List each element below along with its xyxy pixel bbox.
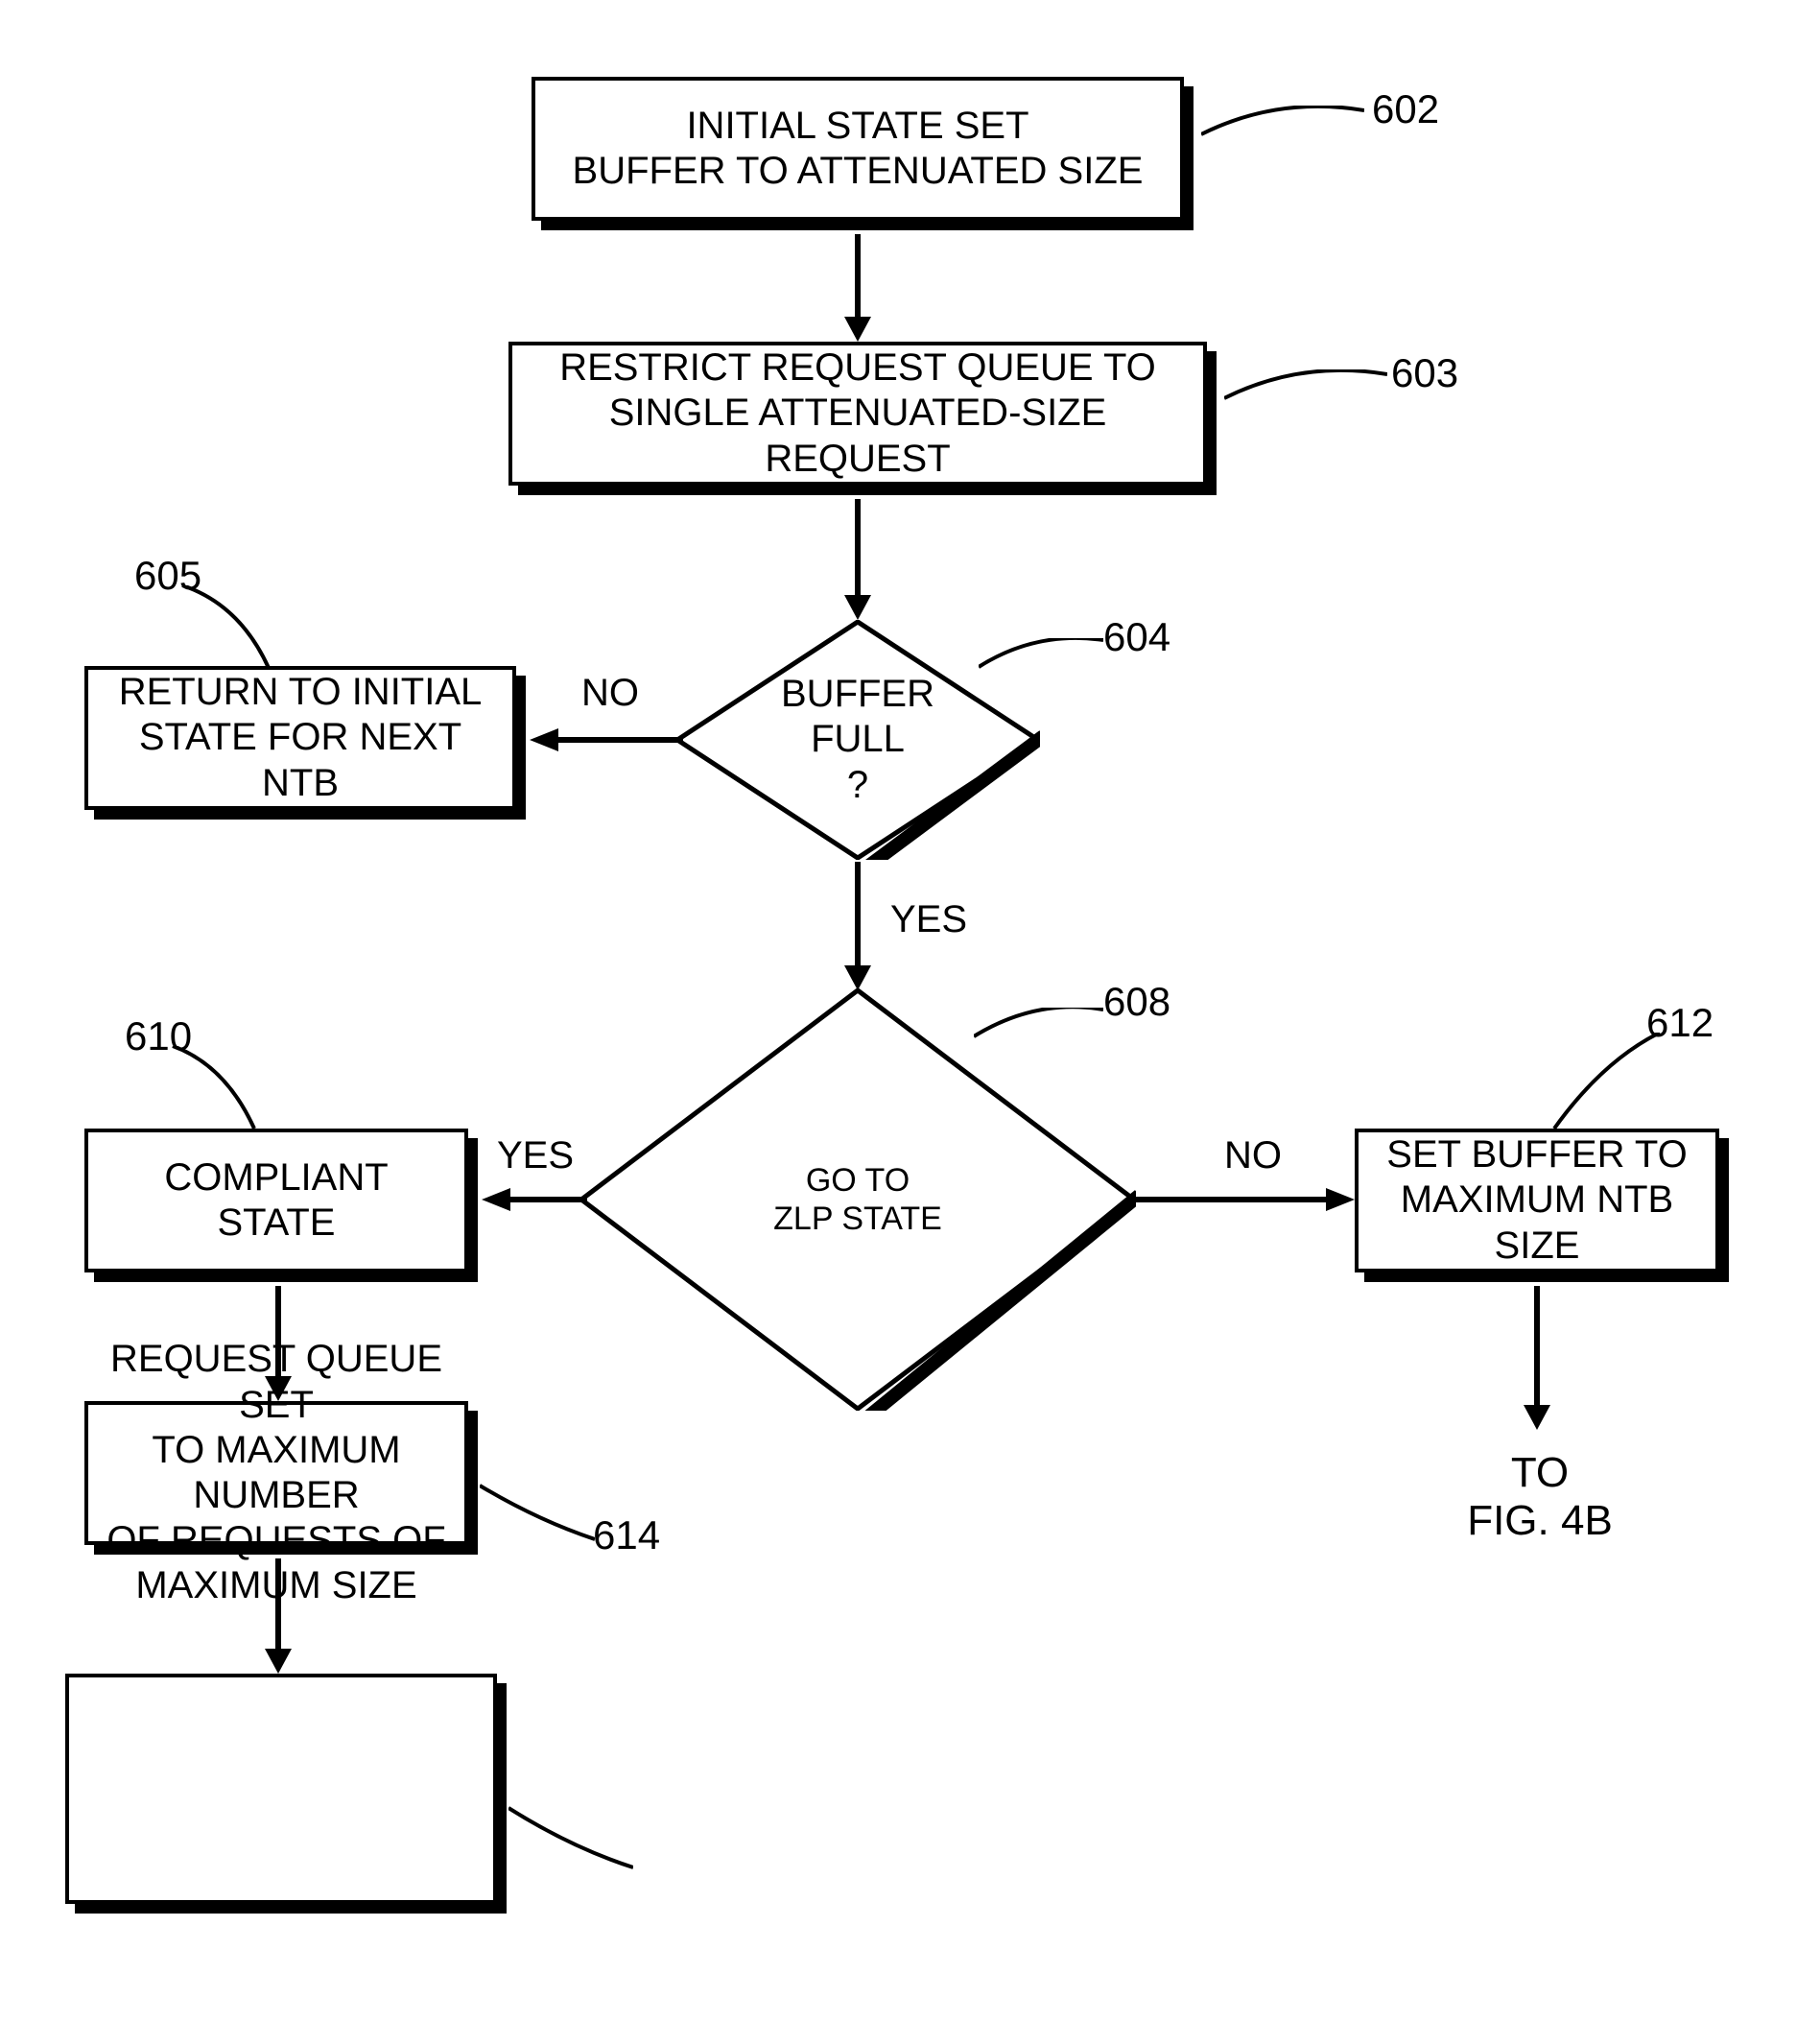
ref-603: 603: [1391, 350, 1458, 396]
label-606-no: NO: [1224, 1134, 1282, 1177]
leader-606: [974, 1008, 1103, 1051]
process-602-text: INITIAL STATE SETBUFFER TO ATTENUATED SI…: [573, 104, 1144, 194]
leader-605: [173, 585, 288, 677]
edge-604-605: [530, 723, 683, 757]
label-604-no: NO: [581, 672, 639, 715]
edge-602-603: [840, 234, 875, 342]
process-603-restrict-queue: RESTRICT REQUEST QUEUE TOSINGLE ATTENUAT…: [508, 342, 1207, 486]
ref-602: 602: [1372, 86, 1439, 132]
label-606-yes: YES: [497, 1134, 574, 1177]
edge-608-offpage: [1520, 1286, 1554, 1430]
offpage-to: TOFIG. 4B: [1449, 1449, 1631, 1545]
ref-604: 604: [1103, 614, 1170, 660]
process-608-zlp-state: SET BUFFER TOMAXIMUM NTB SIZE: [1355, 1129, 1719, 1272]
leader-602: [1201, 106, 1364, 149]
process-608-text: SET BUFFER TOMAXIMUM NTB SIZE: [1368, 1132, 1706, 1269]
edge-603-604: [840, 499, 875, 620]
ref-612: 614: [593, 1512, 660, 1558]
decision-606-text: GO TOZLP STATE: [579, 988, 1136, 1411]
leader-603: [1224, 369, 1387, 413]
process-603-text: RESTRICT REQUEST QUEUE TOSINGLE ATTENUAT…: [522, 345, 1194, 482]
process-610-text: COMPLIANTSTATE: [164, 1155, 388, 1246]
process-602-initial-state: INITIAL STATE SETBUFFER TO ATTENUATED SI…: [532, 77, 1184, 221]
edge-606-608: [1134, 1182, 1355, 1217]
process-605-return-initial: RETURN TO INITIALSTATE FOR NEXT NTB: [84, 666, 516, 810]
process-610-compliant-state: COMPLIANTSTATE: [84, 1129, 468, 1272]
process-614-request-queue-max: [65, 1674, 497, 1904]
process-605-text: RETURN TO INITIALSTATE FOR NEXT NTB: [98, 670, 503, 806]
leader-610: [163, 1046, 269, 1137]
leader-614: [508, 1804, 633, 1886]
offpage-fig4b: TOFIG. 4B: [1449, 1449, 1631, 1545]
leader-608: [1535, 1033, 1669, 1137]
edge-606-610: [482, 1182, 587, 1217]
label-604-yes: YES: [890, 898, 967, 941]
leader-604: [979, 638, 1103, 681]
leader-612: [480, 1482, 595, 1554]
edge-612-614: [261, 1558, 295, 1674]
process-612-set-buffer-max: REQUEST QUEUE SETTO MAXIMUM NUMBEROF REQ…: [84, 1401, 468, 1545]
decision-606-ntb-size: GO TOZLP STATE: [579, 988, 1136, 1411]
ref-606: 608: [1103, 979, 1170, 1025]
flowchart-canvas: INITIAL STATE SETBUFFER TO ATTENUATED SI…: [0, 0, 1820, 2021]
edge-604-606: [840, 862, 875, 990]
